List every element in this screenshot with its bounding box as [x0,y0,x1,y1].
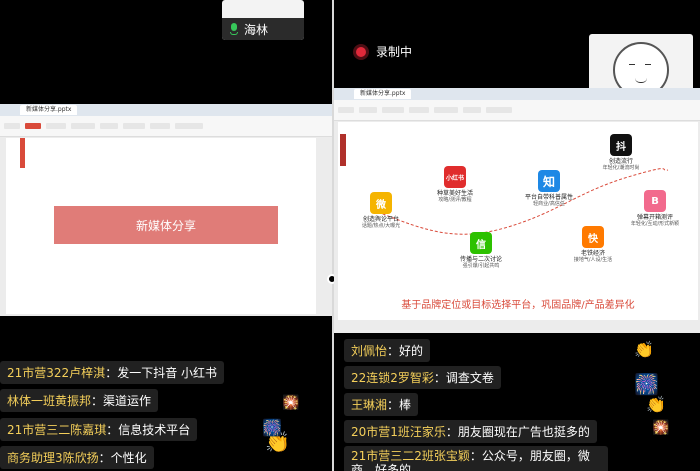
chat-text: 个性化 [110,451,147,465]
participant-name: 海林 [244,22,269,37]
diagram-node-zhihu: 知 平台自带科普属性 轻商业/高信任 [514,170,584,207]
kuaishou-icon: 快 [582,226,604,248]
ribbon-button[interactable] [150,123,170,129]
diagram-node-bilibili: B 弹幕开箱测评 年轻化/互动/形式新颖 [620,190,690,227]
shared-document-window-right: 新媒体分享.pptx 微 创造舆论平台 话题/热点/大曝光 小红书 种草美好生活… [334,88,700,333]
participant-tile-left[interactable]: 海林 [222,0,304,40]
ribbon-button[interactable] [409,107,429,113]
chat-message: 20市营1班汪家乐：朋友圈现在广告也挺多的 [344,420,597,443]
chat-sender: 21市营三二2班张宝颖 [351,449,470,463]
left-video-pane: 海林 新媒体分享.pptx 新媒体分享 21市营322卢梓淇：发一下抖音 小红书… [0,0,332,471]
diagram-node-xiaohongshu: 小红书 种草美好生活 攻略/测评/教程 [420,166,490,203]
chat-message: 商务助理3陈欣扬：个性化 [0,446,154,469]
chat-sender: 21市营三二陈嘉琪 [7,423,107,437]
record-dot-icon [356,46,366,57]
slide-title-banner: 新媒体分享 [54,206,278,244]
bilibili-icon: B [644,190,666,212]
ribbon-button-active[interactable] [25,123,41,129]
chat-sender: 20市营1班汪家乐 [351,425,446,439]
chat-message: 21市营三二2班张宝颖：公众号，朋友圈，微商，好多的 [344,446,608,471]
slide-page: 微 创造舆论平台 话题/热点/大曝光 小红书 种草美好生活 攻略/测评/教程 信… [338,122,698,320]
clap-emoji-icon: 👏 [646,395,666,414]
ribbon-button[interactable] [100,123,118,129]
ribbon-button[interactable] [175,123,203,129]
ribbon-button[interactable] [382,107,404,113]
chat-message: 21市营322卢梓淇：发一下抖音 小红书 [0,361,225,384]
chat-text: 好的 [399,344,424,358]
firework-emoji-icon: 🎆 [262,418,282,437]
xiaohongshu-icon: 小红书 [444,166,466,188]
clap-emoji-icon: 👏 [634,340,654,359]
document-tab[interactable]: 新媒体分享.pptx [354,89,412,99]
chat-message: 22连锁2罗智彩：调查文卷 [344,366,501,389]
chat-message: 林体一班黄振邦：渠道运作 [0,389,159,412]
chat-message: 刘佩怡：好的 [344,339,431,362]
chat-message: 21市营三二陈嘉琪：信息技术平台 [0,418,198,441]
weibo-icon: 微 [370,192,392,214]
ribbon-button[interactable] [46,123,66,129]
ribbon-button[interactable] [338,107,354,113]
document-ribbon [0,116,332,137]
microphone-icon [230,23,238,35]
chat-text: 渠道运作 [103,394,152,408]
slide-caption: 基于品牌定位或目标选择平台，巩固品牌/产品差异化 [401,300,635,311]
document-ribbon [334,100,700,121]
ribbon-button[interactable] [434,107,458,113]
diagram-node-weibo: 微 创造舆论平台 话题/热点/大曝光 [346,192,416,229]
chat-sender: 22连锁2罗智彩 [351,371,434,385]
zhihu-icon: 知 [538,170,560,192]
firework-emoji-icon: 🎇 [282,395,300,411]
right-video-pane: 录制中 海林 新媒体分享.pptx [334,0,700,471]
document-tab-strip: 新媒体分享.pptx [0,104,332,116]
chat-text: 发一下抖音 小红书 [117,366,218,380]
wechat-icon: 信 [470,232,492,254]
chat-sender: 林体一班黄振邦 [7,394,92,408]
shared-document-window-left: 新媒体分享.pptx 新媒体分享 [0,104,332,316]
document-tab[interactable]: 新媒体分享.pptx [20,105,78,115]
ribbon-button[interactable] [4,123,20,129]
chat-text: 调查文卷 [445,371,494,385]
recording-indicator: 录制中 [356,43,412,60]
chat-text: 朋友圈现在广告也挺多的 [457,425,590,439]
ribbon-button[interactable] [486,107,512,113]
diagram-node-wechat: 信 传播与二次讨论 强引爆/引起共鸣 [446,232,516,269]
chat-sender: 21市营322卢梓淇 [7,366,106,380]
slide-red-accent [20,138,25,168]
diagram-node-douyin: 抖 创造流行 年轻化/潮流时尚 [586,134,656,171]
chat-sender: 刘佩怡 [351,344,388,358]
chat-sender: 王琳湘 [351,398,388,412]
firework-emoji-icon: 🎆 [634,372,659,396]
ribbon-button[interactable] [123,123,145,129]
chat-text: 信息技术平台 [118,423,191,437]
diagram-node-kuaishou: 快 老铁经济 接地气/人设/生活 [558,226,628,263]
ribbon-button[interactable] [359,107,377,113]
chat-sender: 商务助理3陈欣扬 [7,451,99,465]
participant-name-bar: 海林 [222,18,304,40]
ribbon-button[interactable] [463,107,481,113]
slide-title: 新媒体分享 [135,218,196,233]
document-tab-strip: 新媒体分享.pptx [334,88,700,100]
chat-message: 王琳湘：棒 [344,393,419,416]
ribbon-button[interactable] [71,123,95,129]
recording-label: 录制中 [376,45,413,59]
chat-text: 棒 [399,398,412,412]
firework-emoji-icon: 🎇 [652,420,670,436]
slide-page: 新媒体分享 [6,138,316,314]
douyin-icon: 抖 [610,134,632,156]
